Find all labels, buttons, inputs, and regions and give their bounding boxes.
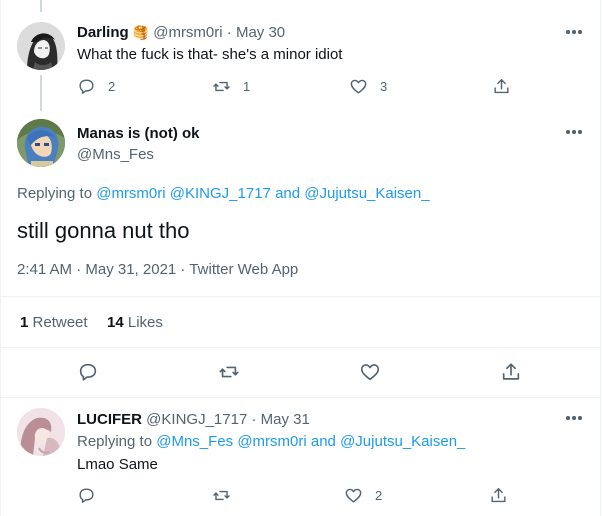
like-count: 2 [375, 488, 383, 503]
share-icon [502, 363, 520, 380]
more-icon[interactable] [564, 122, 584, 142]
tweet-timestamp[interactable]: 2:41 AM · May 31, 2021 · Twitter Web App [17, 261, 298, 278]
retweet-count: 1 [243, 79, 251, 94]
retweet-icon [219, 366, 239, 378]
like-icon [345, 488, 362, 503]
tweet-date[interactable]: May 30 [236, 24, 285, 41]
reply-count: 2 [108, 79, 116, 94]
tweet3-header: LUCIFER @KINGJ_1717 · May 31 [77, 411, 310, 428]
like-button[interactable]: 3 [347, 77, 492, 96]
share-button[interactable] [492, 77, 511, 96]
replying-to: Replying to @mrsm0ri @KINGJ_1717 and @Ju… [17, 185, 430, 202]
likes-stat-count: 14 [107, 314, 124, 331]
likes-stat-label: Likes [127, 314, 163, 331]
tweet1-header: Darling 🥞 @mrsm0ri · May 30 [77, 24, 285, 41]
mention-link[interactable]: @KINGJ_1717 [170, 185, 271, 202]
thread-line-top [40, 0, 42, 12]
more-icon[interactable] [564, 22, 584, 42]
separator: · [251, 411, 257, 428]
handle[interactable]: @KINGJ_1717 [146, 411, 247, 428]
main-name[interactable]: Manas is (not) ok [77, 125, 200, 143]
like-button[interactable] [359, 361, 381, 383]
avatar-darling[interactable] [17, 22, 65, 70]
retweet-icon [213, 490, 230, 501]
avatar-lucifer[interactable] [17, 408, 65, 456]
share-icon [491, 488, 506, 503]
reply-icon [79, 79, 94, 94]
reply-button[interactable] [77, 486, 182, 505]
share-button[interactable] [500, 361, 522, 383]
divider [0, 397, 601, 398]
replying-prefix: Replying to [17, 185, 93, 202]
likes-stat[interactable]: 14 Likes [107, 314, 163, 331]
retweet-button[interactable] [182, 486, 344, 505]
divider [0, 347, 601, 348]
more-icon[interactable] [564, 408, 584, 428]
reply-button[interactable] [77, 361, 99, 383]
like-icon [360, 364, 380, 381]
tweet-text: Lmao Same [77, 456, 158, 473]
like-icon [350, 79, 367, 94]
replying-to: Replying to @Mns_Fes @mrsm0ri and @Jujut… [77, 433, 465, 450]
retweet-icon [213, 81, 230, 92]
reply-button[interactable]: 2 [77, 77, 182, 96]
share-button[interactable] [489, 486, 508, 505]
like-count: 3 [380, 79, 388, 94]
handle[interactable]: @mrsm0ri [153, 24, 222, 41]
and-text: and [275, 185, 301, 202]
avatar-manas[interactable] [17, 119, 65, 167]
reply-icon [79, 488, 94, 503]
retweet-stat-label: Retweet [32, 314, 88, 331]
main-tweet-text: still gonna nut tho [17, 218, 190, 243]
retweet-button[interactable] [218, 361, 240, 383]
retweet-stat[interactable]: 1 Retweet [20, 314, 88, 331]
mention-link[interactable]: @Jujutsu_Kaisen_ [304, 185, 429, 202]
tweet3-actions: 2 [77, 486, 508, 505]
replying-prefix: Replying to [77, 433, 153, 450]
tweet-date[interactable]: May 31 [261, 411, 310, 428]
main-handle[interactable]: @Mns_Fes [77, 146, 154, 163]
divider [0, 296, 601, 297]
tweet-text: What the fuck is that- she's a minor idi… [77, 46, 343, 63]
display-name[interactable]: LUCIFER [77, 411, 142, 428]
mention-link[interactable]: @mrsm0ri [96, 185, 165, 202]
separator: · [226, 24, 232, 41]
mention-link[interactable]: @mrsm0ri [237, 433, 306, 450]
display-name[interactable]: Manas is (not) ok [77, 125, 200, 142]
and-text: and [310, 433, 336, 450]
pancake-emoji: 🥞 [132, 25, 150, 40]
share-icon [494, 79, 509, 94]
like-button[interactable]: 2 [344, 486, 489, 505]
tweet1-actions: 2 1 3 [77, 77, 511, 96]
mention-link[interactable]: @Mns_Fes [156, 433, 233, 450]
retweet-button[interactable]: 1 [182, 77, 347, 96]
display-name[interactable]: Darling [77, 24, 129, 41]
thread-line [40, 75, 42, 111]
mention-link[interactable]: @Jujutsu_Kaisen_ [340, 433, 465, 450]
retweet-stat-count: 1 [20, 314, 29, 331]
reply-icon [79, 363, 97, 381]
